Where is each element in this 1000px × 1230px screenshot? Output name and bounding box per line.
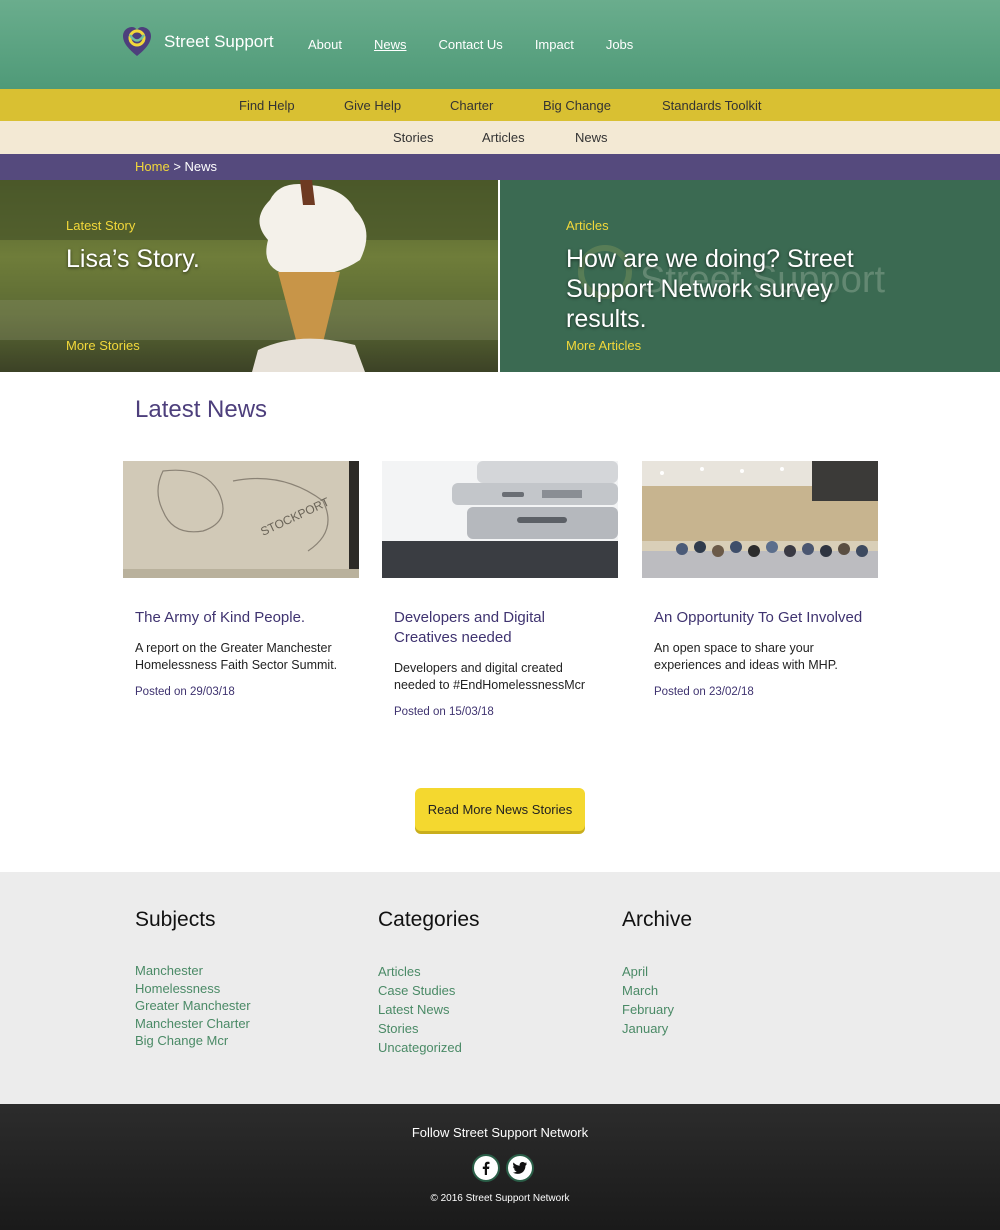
main-nav: About News Contact Us Impact Jobs <box>308 37 665 52</box>
breadcrumb-separator: > <box>173 159 181 174</box>
site-header: Street Support About News Contact Us Imp… <box>0 0 1000 89</box>
news-card[interactable]: An Opportunity To Get Involved An open s… <box>642 461 878 698</box>
news-card-title[interactable]: Developers and Digital Creatives needed <box>394 608 606 648</box>
subnav-find-help[interactable]: Find Help <box>239 98 295 113</box>
footer-archive-heading: Archive <box>622 908 693 931</box>
archive-link[interactable]: February <box>622 1000 692 1019</box>
hero-right-eyebrow: Articles <box>566 218 609 233</box>
twitter-icon[interactable] <box>506 1154 534 1182</box>
footer-subjects: Subjects Manchester Homelessness Greater… <box>135 908 251 1050</box>
breadcrumb-current: News <box>184 159 218 174</box>
tertnav-news[interactable]: News <box>575 130 608 145</box>
nav-contact-us[interactable]: Contact Us <box>439 37 503 52</box>
news-card-date: Posted on 23/02/18 <box>654 686 754 698</box>
subject-link[interactable]: Homelessness <box>135 980 251 998</box>
hero-latest-story[interactable]: Latest Story Lisa’s Story. More Stories <box>0 180 498 372</box>
footer-links: Subjects Manchester Homelessness Greater… <box>0 872 1000 1104</box>
hero-left-title[interactable]: Lisa’s Story. <box>66 244 200 274</box>
nav-about[interactable]: About <box>308 37 342 52</box>
category-link[interactable]: Stories <box>378 1019 480 1038</box>
nav-impact[interactable]: Impact <box>535 37 574 52</box>
hero-articles[interactable]: Street Support Articles How are we doing… <box>500 180 1000 372</box>
subnav-standards-toolkit[interactable]: Standards Toolkit <box>662 98 762 113</box>
read-more-news-button[interactable]: Read More News Stories <box>415 788 585 831</box>
news-card-title[interactable]: An Opportunity To Get Involved <box>654 608 866 628</box>
archive-link[interactable]: April <box>622 962 692 981</box>
site-logo[interactable]: Street Support <box>122 26 274 57</box>
secondary-nav: Find Help Give Help Charter Big Change S… <box>0 89 1000 121</box>
tertnav-articles[interactable]: Articles <box>482 130 525 145</box>
news-card[interactable]: STOCKPORT The Army of Kind People. A rep… <box>123 461 359 698</box>
news-card-description: An open space to share your experiences … <box>654 641 838 672</box>
subject-link[interactable]: Greater Manchester <box>135 997 251 1015</box>
archive-link[interactable]: March <box>622 981 692 1000</box>
news-card-date: Posted on 29/03/18 <box>135 686 235 698</box>
news-card-image[interactable]: STOCKPORT <box>123 461 359 578</box>
news-section-nav: Stories Articles News <box>0 121 1000 154</box>
breadcrumb: Home > News <box>0 154 1000 180</box>
hero-left-eyebrow: Latest Story <box>66 218 136 233</box>
site-footer: Follow Street Support Network © 2016 Str… <box>0 1104 1000 1230</box>
news-card-date: Posted on 15/03/18 <box>394 706 494 718</box>
category-link[interactable]: Uncategorized <box>378 1038 480 1057</box>
news-card-description: Developers and digital created needed to… <box>394 661 586 692</box>
category-link[interactable]: Latest News <box>378 1000 480 1019</box>
tertnav-stories[interactable]: Stories <box>393 130 433 145</box>
more-articles-link[interactable]: More Articles <box>566 338 641 353</box>
news-card-title[interactable]: The Army of Kind People. <box>135 608 347 628</box>
footer-categories: Categories Articles Case Studies Latest … <box>378 908 480 1057</box>
copyright: © 2016 Street Support Network <box>430 1193 570 1204</box>
heart-logo-icon <box>123 27 151 56</box>
latest-news-heading: Latest News <box>135 396 268 423</box>
nav-news[interactable]: News <box>374 37 407 52</box>
news-card-image[interactable] <box>382 461 618 578</box>
follow-text: Follow Street Support Network <box>411 1125 589 1140</box>
footer-categories-heading: Categories <box>378 908 480 931</box>
footer-archive: Archive April March February January <box>622 908 692 1038</box>
footer-subjects-heading: Subjects <box>135 908 216 931</box>
subnav-charter[interactable]: Charter <box>450 98 493 113</box>
news-card-description: A report on the Greater Manchester Homel… <box>135 641 338 672</box>
more-stories-link[interactable]: More Stories <box>66 338 140 353</box>
news-card-image[interactable] <box>642 461 878 578</box>
subject-link[interactable]: Big Change Mcr <box>135 1032 251 1050</box>
news-card[interactable]: Developers and Digital Creatives needed … <box>382 461 618 718</box>
subnav-big-change[interactable]: Big Change <box>543 98 611 113</box>
subject-link[interactable]: Manchester <box>135 962 251 980</box>
facebook-icon[interactable] <box>472 1154 500 1182</box>
archive-link[interactable]: January <box>622 1019 692 1038</box>
hero-right-title[interactable]: How are we doing? Street Support Network… <box>566 244 886 334</box>
category-link[interactable]: Case Studies <box>378 981 480 1000</box>
brand-name: Street Support <box>164 31 274 51</box>
nav-jobs[interactable]: Jobs <box>606 37 633 52</box>
subject-link[interactable]: Manchester Charter <box>135 1015 251 1033</box>
category-link[interactable]: Articles <box>378 962 480 981</box>
subnav-give-help[interactable]: Give Help <box>344 98 401 113</box>
breadcrumb-home[interactable]: Home <box>135 159 170 174</box>
